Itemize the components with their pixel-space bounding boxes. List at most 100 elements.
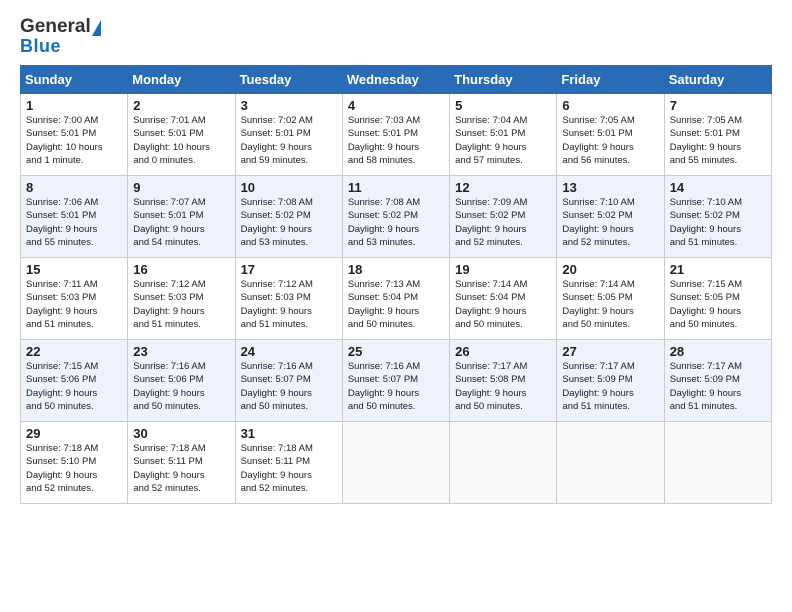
table-row: 23Sunrise: 7:16 AM Sunset: 5:06 PM Dayli… [128,340,235,422]
day-number: 22 [26,344,122,359]
logo-triangle-icon [92,20,101,36]
table-row: 25Sunrise: 7:16 AM Sunset: 5:07 PM Dayli… [342,340,449,422]
day-info: Sunrise: 7:03 AM Sunset: 5:01 PM Dayligh… [348,114,444,167]
day-number: 12 [455,180,551,195]
table-row [342,422,449,504]
day-number: 27 [562,344,658,359]
day-info: Sunrise: 7:17 AM Sunset: 5:09 PM Dayligh… [670,360,766,413]
day-info: Sunrise: 7:08 AM Sunset: 5:02 PM Dayligh… [348,196,444,249]
table-row: 15Sunrise: 7:11 AM Sunset: 5:03 PM Dayli… [21,258,128,340]
table-row: 30Sunrise: 7:18 AM Sunset: 5:11 PM Dayli… [128,422,235,504]
day-number: 16 [133,262,229,277]
day-info: Sunrise: 7:15 AM Sunset: 5:05 PM Dayligh… [670,278,766,331]
day-info: Sunrise: 7:18 AM Sunset: 5:11 PM Dayligh… [241,442,337,495]
table-row: 16Sunrise: 7:12 AM Sunset: 5:03 PM Dayli… [128,258,235,340]
day-number: 7 [670,98,766,113]
day-number: 11 [348,180,444,195]
day-number: 10 [241,180,337,195]
table-row: 2Sunrise: 7:01 AM Sunset: 5:01 PM Daylig… [128,94,235,176]
logo: General Blue [20,16,101,57]
day-info: Sunrise: 7:18 AM Sunset: 5:11 PM Dayligh… [133,442,229,495]
logo-general-text: General [20,16,91,38]
logo-blue-text: Blue [20,36,61,57]
day-number: 1 [26,98,122,113]
day-number: 17 [241,262,337,277]
table-row: 18Sunrise: 7:13 AM Sunset: 5:04 PM Dayli… [342,258,449,340]
day-number: 15 [26,262,122,277]
table-row: 19Sunrise: 7:14 AM Sunset: 5:04 PM Dayli… [450,258,557,340]
table-row: 6Sunrise: 7:05 AM Sunset: 5:01 PM Daylig… [557,94,664,176]
day-info: Sunrise: 7:16 AM Sunset: 5:07 PM Dayligh… [348,360,444,413]
day-number: 31 [241,426,337,441]
table-row: 29Sunrise: 7:18 AM Sunset: 5:10 PM Dayli… [21,422,128,504]
table-row: 26Sunrise: 7:17 AM Sunset: 5:08 PM Dayli… [450,340,557,422]
table-row: 27Sunrise: 7:17 AM Sunset: 5:09 PM Dayli… [557,340,664,422]
day-info: Sunrise: 7:05 AM Sunset: 5:01 PM Dayligh… [670,114,766,167]
table-row: 8Sunrise: 7:06 AM Sunset: 5:01 PM Daylig… [21,176,128,258]
weekday-header-monday: Monday [128,66,235,94]
table-row: 7Sunrise: 7:05 AM Sunset: 5:01 PM Daylig… [664,94,771,176]
table-row: 24Sunrise: 7:16 AM Sunset: 5:07 PM Dayli… [235,340,342,422]
table-row: 22Sunrise: 7:15 AM Sunset: 5:06 PM Dayli… [21,340,128,422]
day-info: Sunrise: 7:13 AM Sunset: 5:04 PM Dayligh… [348,278,444,331]
table-row: 11Sunrise: 7:08 AM Sunset: 5:02 PM Dayli… [342,176,449,258]
day-info: Sunrise: 7:12 AM Sunset: 5:03 PM Dayligh… [241,278,337,331]
day-info: Sunrise: 7:14 AM Sunset: 5:05 PM Dayligh… [562,278,658,331]
table-row: 10Sunrise: 7:08 AM Sunset: 5:02 PM Dayli… [235,176,342,258]
table-row [450,422,557,504]
day-info: Sunrise: 7:14 AM Sunset: 5:04 PM Dayligh… [455,278,551,331]
day-info: Sunrise: 7:17 AM Sunset: 5:08 PM Dayligh… [455,360,551,413]
day-info: Sunrise: 7:16 AM Sunset: 5:07 PM Dayligh… [241,360,337,413]
day-info: Sunrise: 7:15 AM Sunset: 5:06 PM Dayligh… [26,360,122,413]
day-number: 21 [670,262,766,277]
day-number: 14 [670,180,766,195]
table-row: 9Sunrise: 7:07 AM Sunset: 5:01 PM Daylig… [128,176,235,258]
day-number: 6 [562,98,658,113]
day-number: 4 [348,98,444,113]
table-row: 3Sunrise: 7:02 AM Sunset: 5:01 PM Daylig… [235,94,342,176]
table-row: 21Sunrise: 7:15 AM Sunset: 5:05 PM Dayli… [664,258,771,340]
day-info: Sunrise: 7:00 AM Sunset: 5:01 PM Dayligh… [26,114,122,167]
day-info: Sunrise: 7:05 AM Sunset: 5:01 PM Dayligh… [562,114,658,167]
table-row [557,422,664,504]
table-row: 20Sunrise: 7:14 AM Sunset: 5:05 PM Dayli… [557,258,664,340]
weekday-header-sunday: Sunday [21,66,128,94]
day-number: 5 [455,98,551,113]
table-row: 5Sunrise: 7:04 AM Sunset: 5:01 PM Daylig… [450,94,557,176]
day-info: Sunrise: 7:10 AM Sunset: 5:02 PM Dayligh… [562,196,658,249]
weekday-header-wednesday: Wednesday [342,66,449,94]
day-info: Sunrise: 7:01 AM Sunset: 5:01 PM Dayligh… [133,114,229,167]
table-row: 31Sunrise: 7:18 AM Sunset: 5:11 PM Dayli… [235,422,342,504]
day-number: 23 [133,344,229,359]
day-number: 30 [133,426,229,441]
header: General Blue [20,16,772,57]
day-number: 8 [26,180,122,195]
day-info: Sunrise: 7:17 AM Sunset: 5:09 PM Dayligh… [562,360,658,413]
day-number: 13 [562,180,658,195]
day-number: 28 [670,344,766,359]
day-number: 25 [348,344,444,359]
day-number: 3 [241,98,337,113]
weekday-header-friday: Friday [557,66,664,94]
table-row: 12Sunrise: 7:09 AM Sunset: 5:02 PM Dayli… [450,176,557,258]
day-number: 2 [133,98,229,113]
day-info: Sunrise: 7:02 AM Sunset: 5:01 PM Dayligh… [241,114,337,167]
table-row: 17Sunrise: 7:12 AM Sunset: 5:03 PM Dayli… [235,258,342,340]
day-info: Sunrise: 7:06 AM Sunset: 5:01 PM Dayligh… [26,196,122,249]
day-number: 29 [26,426,122,441]
day-info: Sunrise: 7:16 AM Sunset: 5:06 PM Dayligh… [133,360,229,413]
calendar-table: SundayMondayTuesdayWednesdayThursdayFrid… [20,65,772,504]
day-number: 19 [455,262,551,277]
day-number: 18 [348,262,444,277]
table-row: 28Sunrise: 7:17 AM Sunset: 5:09 PM Dayli… [664,340,771,422]
table-row: 1Sunrise: 7:00 AM Sunset: 5:01 PM Daylig… [21,94,128,176]
day-number: 20 [562,262,658,277]
day-info: Sunrise: 7:10 AM Sunset: 5:02 PM Dayligh… [670,196,766,249]
day-info: Sunrise: 7:12 AM Sunset: 5:03 PM Dayligh… [133,278,229,331]
day-number: 9 [133,180,229,195]
day-info: Sunrise: 7:04 AM Sunset: 5:01 PM Dayligh… [455,114,551,167]
table-row: 13Sunrise: 7:10 AM Sunset: 5:02 PM Dayli… [557,176,664,258]
day-number: 24 [241,344,337,359]
table-row: 4Sunrise: 7:03 AM Sunset: 5:01 PM Daylig… [342,94,449,176]
weekday-header-tuesday: Tuesday [235,66,342,94]
